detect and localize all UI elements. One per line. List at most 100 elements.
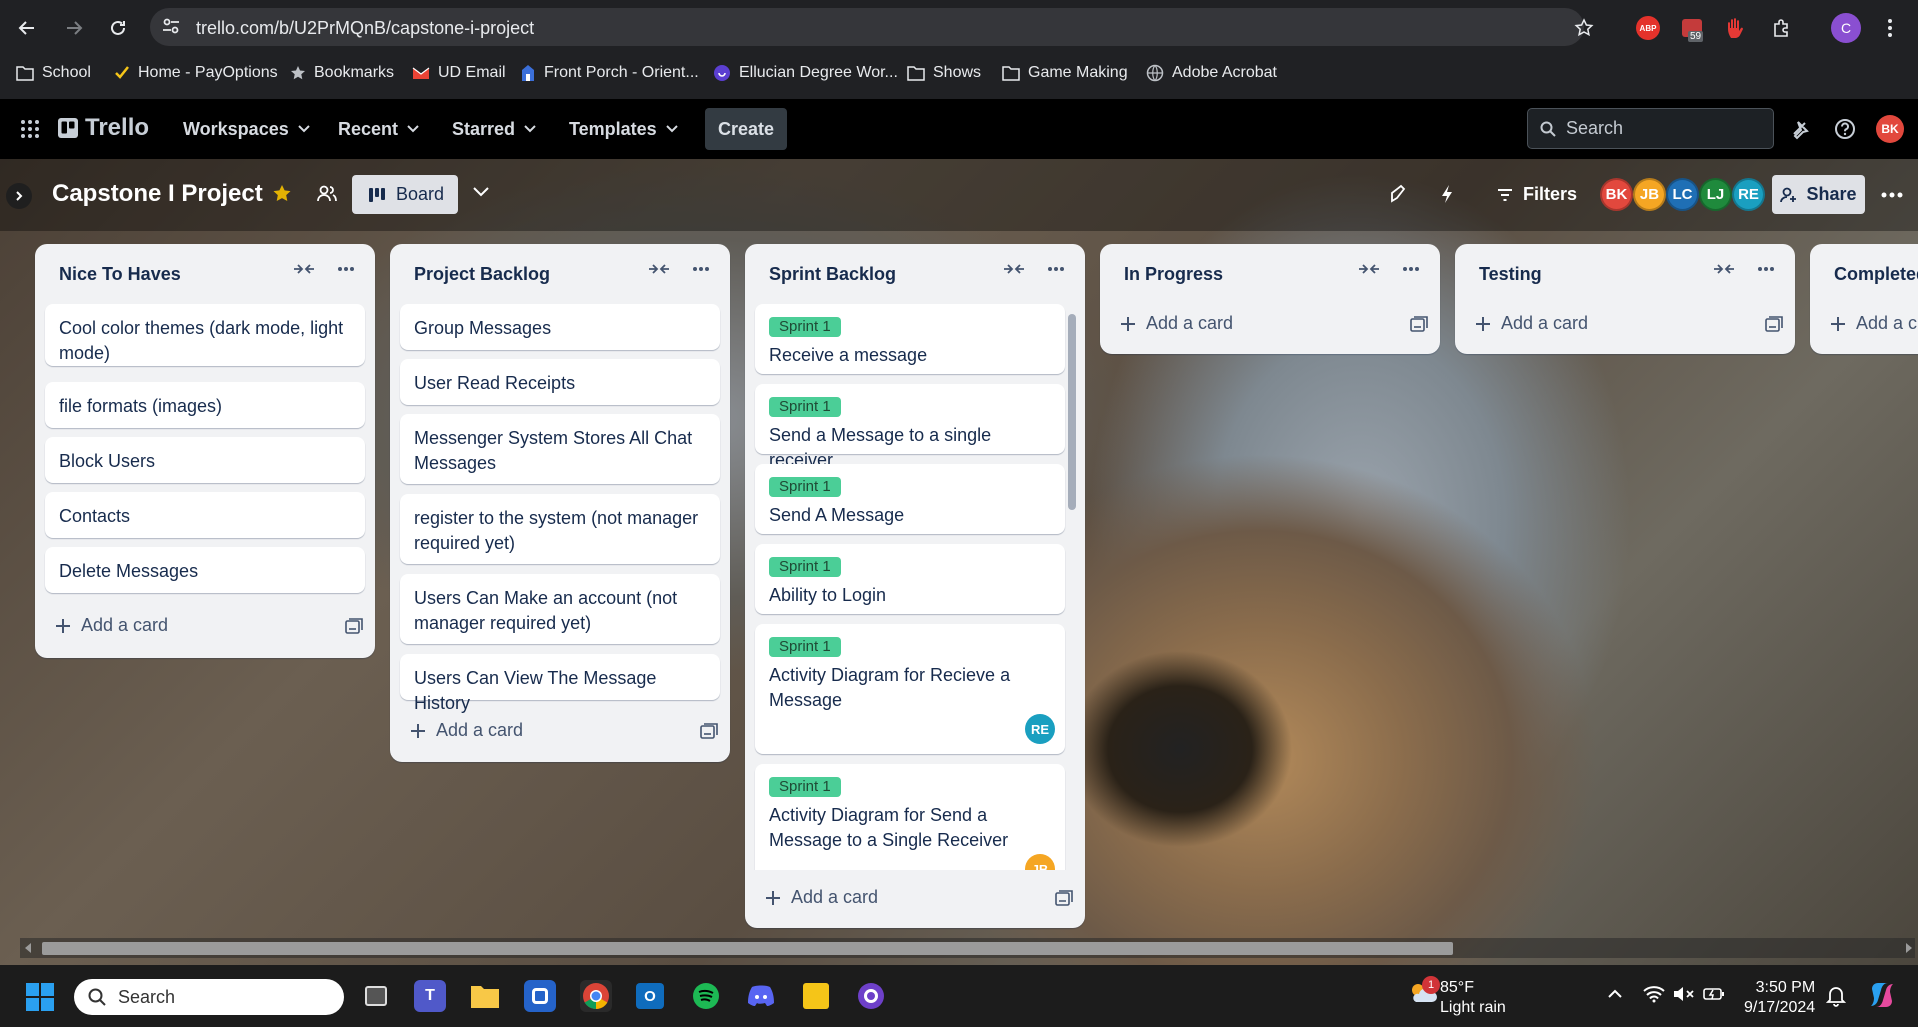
list-title[interactable]: Nice To Haves [59,264,181,285]
add-card-button[interactable]: Add a card [55,615,168,636]
notifications-icon[interactable] [1789,118,1811,140]
member-avatar[interactable]: LJ [1699,178,1732,211]
app-store-icon[interactable] [524,980,556,1012]
create-button[interactable]: Create [705,108,787,150]
discord-icon[interactable] [745,980,777,1012]
battery-icon[interactable] [1703,985,1725,1003]
power-ups-icon[interactable] [1389,184,1409,204]
forward-arrow-icon[interactable] [60,14,88,42]
member-avatar[interactable]: LC [1666,178,1699,211]
extensions-puzzle-icon[interactable] [1768,14,1796,42]
add-card-button[interactable]: Add a c [1830,313,1917,334]
chrome-menu-icon[interactable] [1876,14,1904,42]
expand-sidebar-button[interactable] [6,183,32,209]
help-icon[interactable] [1834,118,1856,140]
system-clock[interactable]: 3:50 PM 9/17/2024 [1744,978,1815,1018]
card-template-icon[interactable] [1055,890,1073,906]
collapse-list-icon[interactable] [1358,262,1380,276]
sprint-cards-scroll[interactable]: Sprint 1 Receive a message Sprint 1 Send a… [745,304,1085,870]
list-menu-icon[interactable] [337,266,355,272]
list-menu-icon[interactable] [1047,266,1065,272]
card[interactable]: User Read Receipts [400,359,720,405]
trello-logo[interactable]: Trello [58,114,149,142]
card[interactable]: file formats (images) [45,382,365,428]
card[interactable]: Users Can View The Message History [400,654,720,713]
nav-starred[interactable]: Starred [452,99,537,159]
adblock-extension-icon[interactable]: ABP [1634,14,1662,42]
scroll-left-arrow-icon[interactable] [24,942,32,954]
card[interactable]: Cool color themes (dark mode, light mode… [45,304,365,366]
bookmark-front-porch[interactable]: Front Porch - Orient... [520,58,699,88]
list-title[interactable]: In Progress [1124,264,1223,285]
outlook-icon[interactable]: O [634,980,666,1012]
card[interactable]: register to the system (not manager requ… [400,494,720,564]
user-avatar[interactable]: BK [1876,115,1904,143]
list-title[interactable]: Project Backlog [414,264,550,285]
hand-extension-icon[interactable] [1722,14,1750,42]
collapse-list-icon[interactable] [1713,262,1735,276]
wifi-icon[interactable] [1643,985,1665,1003]
board-title[interactable]: Capstone I Project [52,180,263,208]
add-card-button[interactable]: Add a card [765,887,878,908]
search-input[interactable]: Search [1527,108,1774,149]
nav-workspaces[interactable]: Workspaces [183,99,311,159]
bookmark-ellucian[interactable]: Ellucian Degree Wor... [713,58,898,88]
card[interactable]: Messenger System Stores All Chat Message… [400,414,720,484]
scrollbar-thumb[interactable] [42,942,1453,955]
scroll-right-arrow-icon[interactable] [1905,942,1913,954]
star-board-icon[interactable] [272,184,292,204]
list-title[interactable]: Completed [1834,264,1918,285]
card[interactable]: Sprint 1 Activity Diagram for Recieve a M… [755,624,1065,754]
add-card-button[interactable]: Add a card [1120,313,1233,334]
windows-start-icon[interactable] [26,983,54,1011]
card-template-icon[interactable] [700,723,718,739]
card[interactable]: Sprint 1 Send a Message to a single recei… [755,384,1065,470]
copilot-icon[interactable] [1866,979,1898,1011]
list-menu-icon[interactable] [1402,266,1420,272]
weather-widget[interactable]: 85°F Light rain [1440,978,1506,1018]
volume-muted-icon[interactable] [1673,985,1695,1003]
github-desktop-icon[interactable] [855,980,887,1012]
collapse-list-icon[interactable] [648,262,670,276]
bookmark-game-making[interactable]: Game Making [1002,58,1128,88]
member-avatar[interactable]: BK [1600,178,1633,211]
site-info-icon[interactable] [160,15,182,37]
sticky-notes-icon[interactable] [800,980,832,1012]
bookmark-school[interactable]: School [16,58,91,88]
card[interactable]: Group Messages [400,304,720,350]
task-view-icon[interactable] [360,980,392,1012]
add-card-button[interactable]: Add a card [410,720,523,741]
card[interactable]: Sprint 1 Ability to Login [755,544,1065,614]
bookmark-bookmarks[interactable]: Bookmarks [290,58,394,88]
member-avatar[interactable]: RE [1732,178,1765,211]
bookmark-shows[interactable]: Shows [907,58,981,88]
card-template-icon[interactable] [1765,316,1783,332]
app-switcher-icon[interactable] [20,119,40,139]
card[interactable]: Users Can Make an account (not manager r… [400,574,720,644]
extension-badge-icon[interactable]: 59 [1678,14,1706,42]
spotify-icon[interactable] [690,980,722,1012]
views-chevron-icon[interactable] [472,186,490,198]
bookmark-adobe-acrobat[interactable]: Adobe Acrobat [1146,58,1277,88]
filters-button[interactable]: Filters [1497,175,1577,214]
teams-icon[interactable]: T [414,980,446,1012]
board-menu-icon[interactable] [1881,192,1903,198]
card[interactable]: Contacts [45,492,365,538]
file-explorer-icon[interactable] [469,980,501,1012]
automation-icon[interactable] [1440,184,1454,204]
workspace-visibility-icon[interactable] [316,184,338,204]
back-arrow-icon[interactable] [13,14,41,42]
weather-icon[interactable]: 1 [1408,976,1440,1008]
card-member-avatar[interactable]: JB [1025,854,1055,870]
chrome-icon[interactable] [580,980,612,1012]
card[interactable]: Block Users [45,437,365,483]
card[interactable]: Sprint 1 Receive a message [755,304,1065,374]
list-scrollbar[interactable] [1068,314,1076,510]
list-menu-icon[interactable] [1757,266,1775,272]
member-avatar[interactable]: JB [1633,178,1666,211]
profile-avatar[interactable]: C [1829,11,1863,45]
nav-templates[interactable]: Templates [569,99,679,159]
url-text[interactable]: trello.com/b/U2PrMQnB/capstone-i-project [196,18,534,39]
list-menu-icon[interactable] [692,266,710,272]
bookmark-payoptions[interactable]: Home - PayOptions [114,58,278,88]
